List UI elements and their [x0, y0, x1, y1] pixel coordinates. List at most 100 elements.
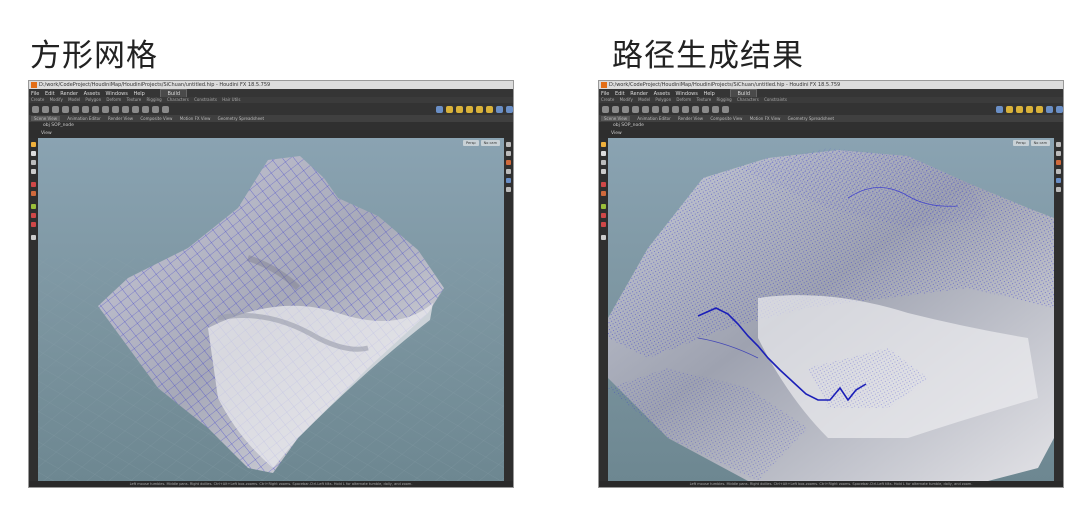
snap-tool-icon[interactable]: [31, 213, 36, 218]
magnet-tool-icon[interactable]: [31, 222, 36, 227]
shelf-tab[interactable]: Rigging: [147, 97, 162, 102]
environment-light-tool-icon[interactable]: [1046, 105, 1053, 113]
camera-tool-icon[interactable]: [996, 105, 1003, 113]
display-options-icon[interactable]: [506, 142, 511, 147]
shelf-tab[interactable]: Constraints: [194, 97, 217, 102]
camera-chip[interactable]: No cam: [480, 140, 500, 146]
curve-tool-icon[interactable]: [672, 105, 679, 113]
line-tool-icon[interactable]: [652, 105, 659, 113]
shelf-tab[interactable]: Create: [601, 97, 614, 102]
curve-tool-icon[interactable]: [102, 105, 109, 113]
torus-tool-icon[interactable]: [52, 105, 59, 113]
tube-tool-icon[interactable]: [42, 105, 49, 113]
tab-animation-editor[interactable]: Animation Editor: [637, 116, 671, 121]
geometry-light-tool-icon[interactable]: [1036, 105, 1043, 113]
shelf-tab[interactable]: Characters: [737, 97, 759, 102]
platonic-tool-icon[interactable]: [722, 105, 729, 113]
tab-composite-view[interactable]: Composite View: [710, 116, 742, 121]
grid-tool-icon[interactable]: [62, 105, 69, 113]
shelf-tab[interactable]: Model: [68, 97, 80, 102]
render-region-icon[interactable]: [31, 235, 36, 240]
line-tool-icon[interactable]: [82, 105, 89, 113]
volume-light-tool-icon[interactable]: [486, 105, 493, 113]
camera-chip[interactable]: No cam: [1030, 140, 1050, 146]
shelf-tab[interactable]: Characters: [167, 97, 189, 102]
spray-paint-tool-icon[interactable]: [692, 105, 699, 113]
persp-chip[interactable]: Persp: [463, 140, 479, 146]
pose-tool-icon[interactable]: [601, 191, 606, 196]
camera-tool-icon[interactable]: [436, 105, 443, 113]
tab-scene-view[interactable]: Scene View: [601, 116, 630, 121]
move-tool-icon[interactable]: [601, 151, 606, 156]
null-tool-icon[interactable]: [642, 105, 649, 113]
tab-geometry-spreadsheet[interactable]: Geometry Spreadsheet: [788, 116, 834, 121]
shelf-tab[interactable]: Constraints: [764, 97, 787, 102]
lighting-icon[interactable]: [1056, 160, 1061, 165]
font-tool-icon[interactable]: [712, 105, 719, 113]
shelf-tab[interactable]: Polygon: [85, 97, 101, 102]
shading-icon[interactable]: [1056, 151, 1061, 156]
guides-icon[interactable]: [506, 187, 511, 192]
shelf-tab[interactable]: Hair Utils: [222, 97, 240, 102]
shelf-tab[interactable]: Deform: [676, 97, 691, 102]
tab-animation-editor[interactable]: Animation Editor: [67, 116, 101, 121]
draw-curve-tool-icon[interactable]: [702, 105, 709, 113]
shelf-tab[interactable]: Create: [31, 97, 44, 102]
rotate-tool-icon[interactable]: [601, 160, 606, 165]
snap-tool-icon[interactable]: [601, 213, 606, 218]
grid-tool-icon[interactable]: [632, 105, 639, 113]
network-path-bar[interactable]: obj SOP_node: [599, 122, 1063, 130]
scale-tool-icon[interactable]: [31, 169, 36, 174]
tab-motion-fx-view[interactable]: Motion FX View: [180, 116, 211, 121]
sphere-tool-icon[interactable]: [32, 105, 39, 113]
environment-light-tool-icon[interactable]: [496, 105, 503, 113]
shelf-tab[interactable]: Modify: [620, 97, 633, 102]
magnet-tool-icon[interactable]: [601, 222, 606, 227]
view-tool-icon[interactable]: [601, 204, 606, 209]
tab-geometry-spreadsheet[interactable]: Geometry Spreadsheet: [218, 116, 264, 121]
shelf-tab[interactable]: Modify: [50, 97, 63, 102]
persp-chip[interactable]: Persp: [1013, 140, 1029, 146]
draw-curve-tool-icon[interactable]: [132, 105, 139, 113]
shelf-tab[interactable]: Texture: [127, 97, 142, 102]
area-light-tool-icon[interactable]: [1026, 105, 1033, 113]
spot-light-tool-icon[interactable]: [1016, 105, 1023, 113]
pose-tool-icon[interactable]: [31, 191, 36, 196]
sky-light-tool-icon[interactable]: [506, 105, 513, 113]
background-icon[interactable]: [1056, 169, 1061, 174]
camera-view-icon[interactable]: [506, 178, 511, 183]
guides-icon[interactable]: [1056, 187, 1061, 192]
scale-tool-icon[interactable]: [601, 169, 606, 174]
point-light-tool-icon[interactable]: [1006, 105, 1013, 113]
tab-motion-fx-view[interactable]: Motion FX View: [750, 116, 781, 121]
shelf-tab[interactable]: Rigging: [717, 97, 732, 102]
sphere-tool-icon[interactable]: [602, 105, 609, 113]
background-icon[interactable]: [506, 169, 511, 174]
select-tool-icon[interactable]: [601, 142, 606, 147]
shelf-tab[interactable]: Polygon: [655, 97, 671, 102]
view-tool-icon[interactable]: [31, 204, 36, 209]
font-tool-icon[interactable]: [142, 105, 149, 113]
select-tool-icon[interactable]: [31, 142, 36, 147]
shelf-tab[interactable]: Texture: [697, 97, 712, 102]
path-tool-icon[interactable]: [682, 105, 689, 113]
tab-composite-view[interactable]: Composite View: [140, 116, 172, 121]
spray-paint-tool-icon[interactable]: [122, 105, 129, 113]
shading-icon[interactable]: [506, 151, 511, 156]
handle-tool-icon[interactable]: [31, 182, 36, 187]
geometry-light-tool-icon[interactable]: [476, 105, 483, 113]
platonic-tool-icon[interactable]: [152, 105, 159, 113]
circle-tool-icon[interactable]: [662, 105, 669, 113]
tab-render-view[interactable]: Render View: [108, 116, 133, 121]
path-tool-icon[interactable]: [112, 105, 119, 113]
camera-view-icon[interactable]: [1056, 178, 1061, 183]
display-options-icon[interactable]: [1056, 142, 1061, 147]
render-region-icon[interactable]: [601, 235, 606, 240]
tab-render-view[interactable]: Render View: [678, 116, 703, 121]
rotate-tool-icon[interactable]: [31, 160, 36, 165]
network-path-bar[interactable]: obj SOP_node: [29, 122, 513, 130]
area-light-tool-icon[interactable]: [466, 105, 473, 113]
circle-tool-icon[interactable]: [92, 105, 99, 113]
scene-viewport[interactable]: Persp No cam: [608, 138, 1054, 481]
move-tool-icon[interactable]: [31, 151, 36, 156]
